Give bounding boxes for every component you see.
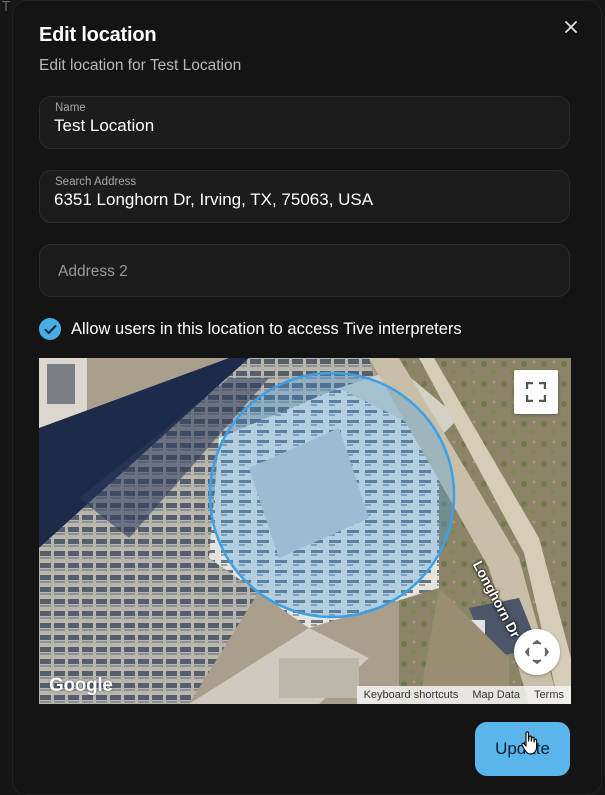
pan-icon	[525, 640, 549, 664]
search-address-field[interactable]: Search Address 6351 Longhorn Dr, Irving,…	[39, 170, 570, 223]
check-icon	[44, 324, 56, 334]
google-logo: Google	[49, 675, 113, 696]
terms-link[interactable]: Terms	[527, 686, 571, 704]
map-fullscreen-button[interactable]	[514, 370, 558, 414]
name-field-value[interactable]: Test Location	[54, 116, 154, 136]
map-attribution-bar: Keyboard shortcuts Map Data Terms	[356, 686, 571, 704]
interpreter-access-label: Allow users in this location to access T…	[71, 319, 462, 338]
dialog-title: Edit location	[39, 24, 157, 46]
name-field-label: Name	[55, 102, 86, 114]
address-2-placeholder[interactable]: Address 2	[58, 263, 128, 281]
location-map[interactable]: Longhorn Dr Google Keyboard shortcuts Ma…	[39, 358, 571, 704]
satellite-imagery	[39, 358, 571, 704]
map-data-link[interactable]: Map Data	[465, 686, 527, 704]
search-address-label: Search Address	[55, 176, 137, 188]
name-field[interactable]: Name Test Location	[39, 96, 570, 149]
keyboard-shortcuts-link[interactable]: Keyboard shortcuts	[357, 686, 466, 704]
corner-glyph: T	[2, 0, 10, 15]
dialog-subtitle: Edit location for Test Location	[39, 57, 242, 74]
close-icon	[565, 21, 577, 33]
address-2-field[interactable]: Address 2	[39, 244, 570, 297]
close-button[interactable]	[560, 16, 582, 38]
search-address-value[interactable]: 6351 Longhorn Dr, Irving, TX, 75063, USA	[54, 190, 373, 210]
interpreter-access-option: Allow users in this location to access T…	[39, 317, 462, 341]
fullscreen-icon	[526, 382, 546, 402]
interpreter-access-checkbox[interactable]	[39, 318, 61, 340]
map-pan-button[interactable]	[514, 629, 560, 675]
hand-cursor-icon	[521, 731, 538, 755]
